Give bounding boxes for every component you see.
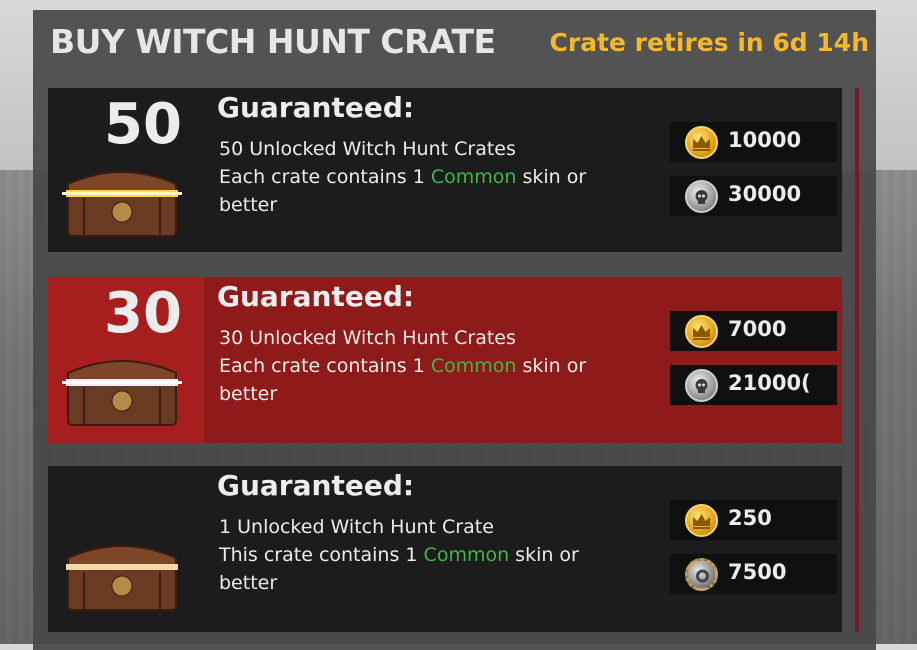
crate-gold-glow-icon	[62, 171, 182, 237]
crate-silver-glow-icon	[62, 360, 182, 426]
offer-line-3: better	[219, 194, 278, 216]
scrollbar[interactable]	[855, 88, 859, 632]
page-title: BUY WITCH HUNT CRATE	[50, 22, 496, 61]
buy-gear-button[interactable]: 7500	[670, 554, 837, 594]
silver-skull-coin-icon	[685, 180, 718, 213]
offer-line-3: better	[219, 572, 278, 594]
retire-timer: Crate retires in 6d 14h	[549, 28, 869, 57]
gold-crown-coin-icon	[685, 315, 718, 348]
offer-line-2: Each crate contains 1 Common skin or	[219, 355, 587, 377]
buy-gold-button[interactable]: 10000	[670, 122, 837, 162]
silver-skull-coin-icon	[685, 369, 718, 402]
buy-silver-button[interactable]: 21000(	[670, 365, 837, 405]
buy-gold-button[interactable]: 250	[670, 500, 837, 540]
rarity-common: Common	[430, 355, 517, 377]
offer-line-1: 1 Unlocked Witch Hunt Crate	[219, 516, 494, 538]
gear-coin-icon	[685, 558, 718, 591]
offer-line-1: 50 Unlocked Witch Hunt Crates	[219, 138, 516, 160]
offer-line-2: This crate contains 1 Common skin or	[219, 544, 579, 566]
offer-quantity: 50	[104, 92, 182, 157]
silver-price: 30000	[728, 182, 802, 206]
offer-line-2: Each crate contains 1 Common skin or	[219, 166, 587, 188]
gold-crown-coin-icon	[685, 504, 718, 537]
offer-heading: Guaranteed:	[217, 469, 415, 502]
offer-line-3: better	[219, 383, 278, 405]
silver-price: 21000(	[728, 371, 811, 395]
offer-50-crates[interactable]: 50 Guaranteed: 50 Unlocked Witch Hunt Cr…	[48, 88, 842, 252]
gold-crown-coin-icon	[685, 126, 718, 159]
offer-30-crates[interactable]: 30 Guaranteed: 30 Unlocked Witch Hunt Cr…	[48, 277, 842, 443]
offer-line-1: 30 Unlocked Witch Hunt Crates	[219, 327, 516, 349]
buy-silver-button[interactable]: 30000	[670, 176, 837, 216]
rarity-common: Common	[430, 166, 517, 188]
offer-heading: Guaranteed:	[217, 91, 415, 124]
crate-icon	[66, 545, 178, 611]
offer-heading: Guaranteed:	[217, 280, 415, 313]
offer-1-crate[interactable]: Guaranteed: 1 Unlocked Witch Hunt Crate …	[48, 466, 842, 632]
gold-price: 250	[728, 506, 772, 530]
gold-price: 10000	[728, 128, 802, 152]
gold-price: 7000	[728, 317, 787, 341]
offer-quantity: 30	[104, 281, 182, 346]
gear-price: 7500	[728, 560, 787, 584]
buy-gold-button[interactable]: 7000	[670, 311, 837, 351]
rarity-common: Common	[423, 544, 510, 566]
